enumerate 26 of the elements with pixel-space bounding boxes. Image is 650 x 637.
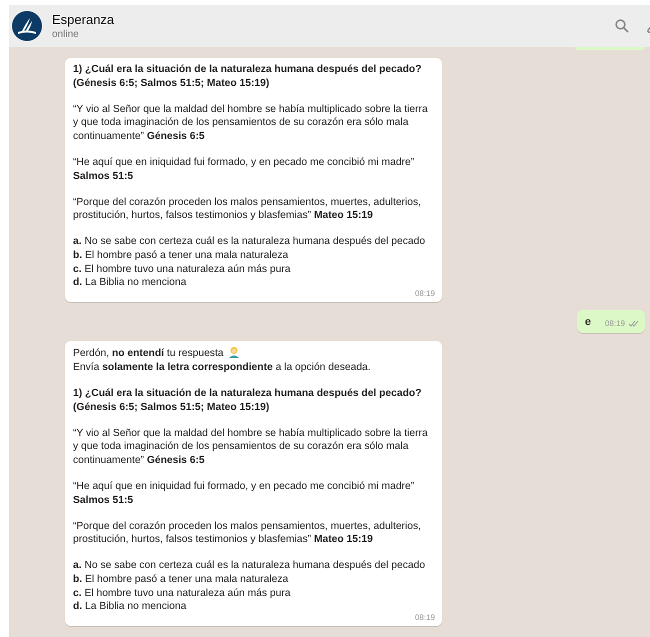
message-text: a. No se sabe con certeza cuál es la naturaleza humana después del pecado	[73, 236, 426, 248]
message-text: “Porque del corazón proceden los malos pensamientos, muertes, adulterios, prostitución, hurtos, falsos testimonios y blasfemias” Mateo 15:19	[73, 520, 421, 546]
message-time: 08:19	[604, 319, 625, 328]
message-text: Perdón, no entendí tu respuesta	[73, 348, 224, 360]
message-text: 1) ¿Cuál era la situación de la naturaleza humana después del pecado? (Génesis 6:5; Salmos 51:5; Mateo 15:19)	[73, 388, 422, 413]
avatar[interactable]	[12, 11, 42, 41]
message-text: d. La Biblia no menciona	[73, 601, 186, 612]
message-text: “Y vio al Señor que la maldad del hombre se había multiplicado sobre la tierra y que toda imaginación de los pensamientos de su corazón era sólo mala continuamente” Génesis 6:5	[73, 428, 428, 466]
contact-name: Esperanza	[52, 12, 116, 27]
message-text: b. El hombre pasó a tener una mala naturaleza	[73, 574, 288, 585]
message-text: “Porque del corazón proceden los malos pensamientos, muertes, adulterios, prostitución, hurtos, falsos testimonios y blasfemias” Mateo 15:19	[73, 196, 421, 222]
message-text: d. La Biblia no menciona	[73, 277, 186, 288]
message-text: “Y vio al Señor que la maldad del hombre se había multiplicado sobre la tierra y que toda imaginación de los pensamientos de su corazón era sólo mala continuamente” Génesis 6:5	[73, 104, 428, 142]
contact-status: online	[52, 29, 80, 40]
message-text: c. El hombre tuvo una naturaleza aún más pura	[73, 264, 291, 275]
message-text: 1) ¿Cuál era la situación de la naturaleza humana después del pecado? (Génesis 6:5; Salmos 51:5; Mateo 15:19)	[73, 64, 422, 89]
message-text: c. El hombre tuvo una naturaleza aún más pura	[73, 588, 291, 599]
message-text: Envía solamente la letra correspondiente a la opción deseada.	[73, 362, 371, 373]
message-text: e	[584, 316, 591, 328]
message-text: a. No se sabe con certeza cuál es la naturaleza humana después del pecado	[73, 560, 426, 572]
message-time: 08:19	[414, 288, 435, 300]
message-time: 08:19	[414, 612, 435, 624]
message-text: “He aquí que en iniquidad fui formado, y en pecado me concibió mi madre” Salmos 51:5	[73, 480, 414, 506]
message-text: “He aquí que en iniquidad fui formado, y en pecado me concibió mi madre” Salmos 51:5	[73, 156, 414, 182]
search-icon[interactable]	[615, 19, 629, 33]
message-text: b. El hombre pasó a tener una mala naturaleza	[73, 250, 288, 261]
